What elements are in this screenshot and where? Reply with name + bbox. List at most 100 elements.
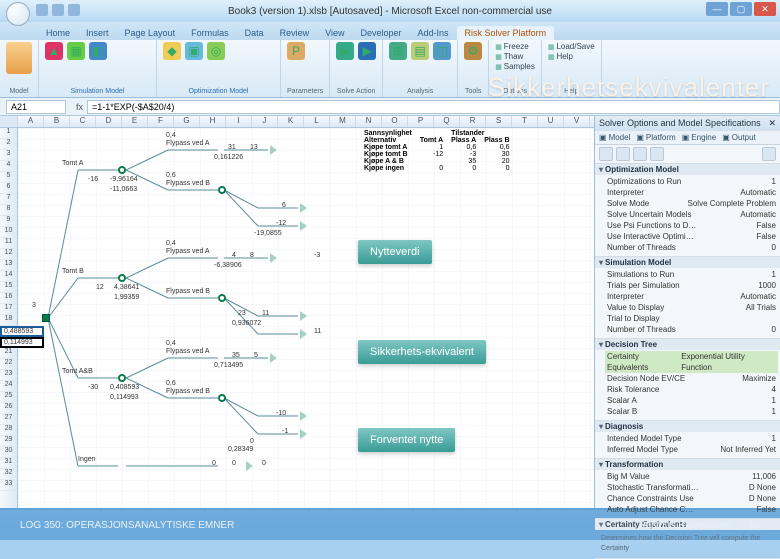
charts-button[interactable]: ◫ [433, 42, 451, 60]
tp-section-transformation[interactable]: Transformation [595, 459, 780, 470]
results-button[interactable]: ◧ [89, 42, 107, 60]
terminal-icon [300, 411, 307, 421]
office-button[interactable] [6, 2, 30, 26]
tp-tab-model[interactable]: Model [599, 133, 630, 142]
terminal-icon [300, 221, 307, 231]
tp-property-row[interactable]: Inferred Model TypeNot Inferred Yet [605, 444, 778, 455]
terminal-icon [270, 353, 277, 363]
tp-tab-engine[interactable]: Engine [682, 133, 716, 142]
decisiontree-button[interactable]: ⊞ [389, 42, 407, 60]
tp-section-simulation[interactable]: Simulation Model [595, 257, 780, 268]
footer-page: 55 [749, 520, 760, 531]
tp-property-row[interactable]: Trials per Simulation1000 [605, 280, 778, 291]
taskpane-title: Solver Options and Model Specifications … [595, 116, 780, 131]
correlations-button[interactable]: ▦ [67, 42, 85, 60]
tab-view[interactable]: View [317, 26, 352, 40]
chance-node [118, 274, 126, 282]
slide-title: Sikkerhetsekvivalenter [488, 72, 770, 103]
chance-node [118, 374, 126, 382]
tp-property-row[interactable]: InterpreterAutomatic [605, 291, 778, 302]
tab-insert[interactable]: Insert [78, 26, 117, 40]
tp-tab-output[interactable]: Output [722, 133, 756, 142]
ribbon-group-tools: ⚙ Tools [458, 40, 489, 97]
tab-developer[interactable]: Developer [352, 26, 409, 40]
tp-property-row[interactable]: Certainty EquivalentsExponential Utility… [605, 351, 778, 373]
minimize-button[interactable]: — [706, 2, 728, 16]
tp-tab-platform[interactable]: Platform [636, 133, 675, 142]
tp-property-row[interactable]: Intended Model Type1 [605, 433, 778, 444]
tp-property-row[interactable]: Chance Constraints UseD None [605, 493, 778, 504]
terminal-icon [300, 203, 307, 213]
tp-section-optimization[interactable]: Optimization Model [595, 164, 780, 175]
optimize-button[interactable]: ▶ [358, 42, 376, 60]
tab-pagelayout[interactable]: Page Layout [117, 26, 184, 40]
samples-button[interactable]: Samples [495, 62, 535, 71]
tab-addins[interactable]: Add-Ins [410, 26, 457, 40]
maximize-button[interactable]: ▢ [730, 2, 752, 16]
terminal-icon [270, 145, 277, 155]
tp-section-decisiontree[interactable]: Decision Tree [595, 339, 780, 350]
cell-a20[interactable]: 0,488593 [0, 326, 44, 337]
tp-property-row[interactable]: Decision Node EV/CEMaximize [605, 373, 778, 384]
tab-data[interactable]: Data [237, 26, 272, 40]
quick-access-toolbar[interactable] [36, 4, 80, 16]
decisions-button[interactable]: ◆ [163, 42, 181, 60]
freeze-button[interactable]: Freeze [495, 42, 535, 51]
callout-forventet: Forventet nytte [358, 428, 455, 452]
objective-button[interactable]: ◎ [207, 42, 225, 60]
tp-property-row[interactable]: Solve Uncertain ModelsAutomatic [605, 209, 778, 220]
callout-sikkerhetsekvivalent: Sikkerhets-ekvivalent [358, 340, 486, 364]
taskpane-toolbar[interactable] [595, 145, 780, 164]
tp-property-row[interactable]: Use Interactive Optimi…False [605, 231, 778, 242]
simulate-button[interactable]: ▶ [336, 42, 354, 60]
tp-property-row[interactable]: Value to DisplayAll Trials [605, 302, 778, 313]
name-box[interactable]: A21 [6, 100, 66, 114]
tp-property-row[interactable]: Optimizations to Run1 [605, 176, 778, 187]
help-button[interactable]: Help [548, 52, 595, 61]
tp-property-row[interactable]: Solve ModeSolve Complete Problem [605, 198, 778, 209]
tp-property-row[interactable]: Trial to Display [605, 313, 778, 324]
fx-icon[interactable]: fx [76, 102, 83, 112]
window-title: Book3 (version 1).xlsb [Autosaved] - Mic… [228, 6, 552, 17]
tp-property-row[interactable]: Stochastic Transformati…D None [605, 482, 778, 493]
tp-property-row[interactable]: Number of Threads0 [605, 324, 778, 335]
parameters-button[interactable]: P [287, 42, 305, 60]
footer-left: LOG 350: OPERASJONSANALYTISKE EMNER [20, 520, 234, 531]
task-pane: Solver Options and Model Specifications … [594, 116, 780, 508]
row-headers: 1234567891011121314151617181920212223242… [0, 128, 18, 508]
terminal-icon [246, 461, 253, 471]
ribbon-group-model: Model [0, 40, 39, 97]
terminal-icon [300, 311, 307, 321]
column-headers: ABCDEFGHIJKLMNOPQRSTUV [0, 116, 594, 128]
ribbon-group-parameters: P Parameters [281, 40, 330, 97]
ribbon-group-optimization: ◆ ▣ ◎ Optimization Model [157, 40, 281, 97]
tab-review[interactable]: Review [272, 26, 318, 40]
chance-node [218, 394, 226, 402]
tab-formulas[interactable]: Formulas [183, 26, 237, 40]
worksheet[interactable]: ABCDEFGHIJKLMNOPQRSTUV 12345678910111213… [0, 116, 594, 508]
footer-author: Rasmus Rasmussen [639, 520, 731, 531]
cell-a21-selected[interactable]: 0,114993 [0, 337, 44, 348]
fit-button[interactable]: ⚙ [464, 42, 482, 60]
thaw-button[interactable]: Thaw [495, 52, 535, 61]
loadsave-button[interactable]: Load/Save [548, 42, 595, 51]
tp-property-row[interactable]: InterpreterAutomatic [605, 187, 778, 198]
tp-property-row[interactable]: Scalar A1 [605, 395, 778, 406]
reports-button[interactable]: ▤ [411, 42, 429, 60]
tab-home[interactable]: Home [38, 26, 78, 40]
distributions-button[interactable]: ▲ [45, 42, 63, 60]
tp-property-row[interactable]: Big M Value11,006 [605, 471, 778, 482]
tab-risksolver[interactable]: Risk Solver Platform [457, 26, 555, 40]
tp-section-diagnosis[interactable]: Diagnosis [595, 421, 780, 432]
close-button[interactable]: ✕ [754, 2, 776, 16]
taskpane-close-icon[interactable]: ✕ [768, 118, 776, 129]
tp-property-row[interactable]: Simulations to Run1 [605, 269, 778, 280]
ribbon-group-simulation: ▲ ▦ ◧ Simulation Model [39, 40, 157, 97]
tp-property-row[interactable]: Number of Threads0 [605, 242, 778, 253]
tp-property-row[interactable]: Scalar B1 [605, 406, 778, 417]
ribbon-group-solve: ▶ ▶ Solve Action [330, 40, 383, 97]
model-icon[interactable] [6, 42, 32, 74]
tp-property-row[interactable]: Use Psi Functions to D…False [605, 220, 778, 231]
constraints-button[interactable]: ▣ [185, 42, 203, 60]
tp-property-row[interactable]: Risk Tolerance4 [605, 384, 778, 395]
